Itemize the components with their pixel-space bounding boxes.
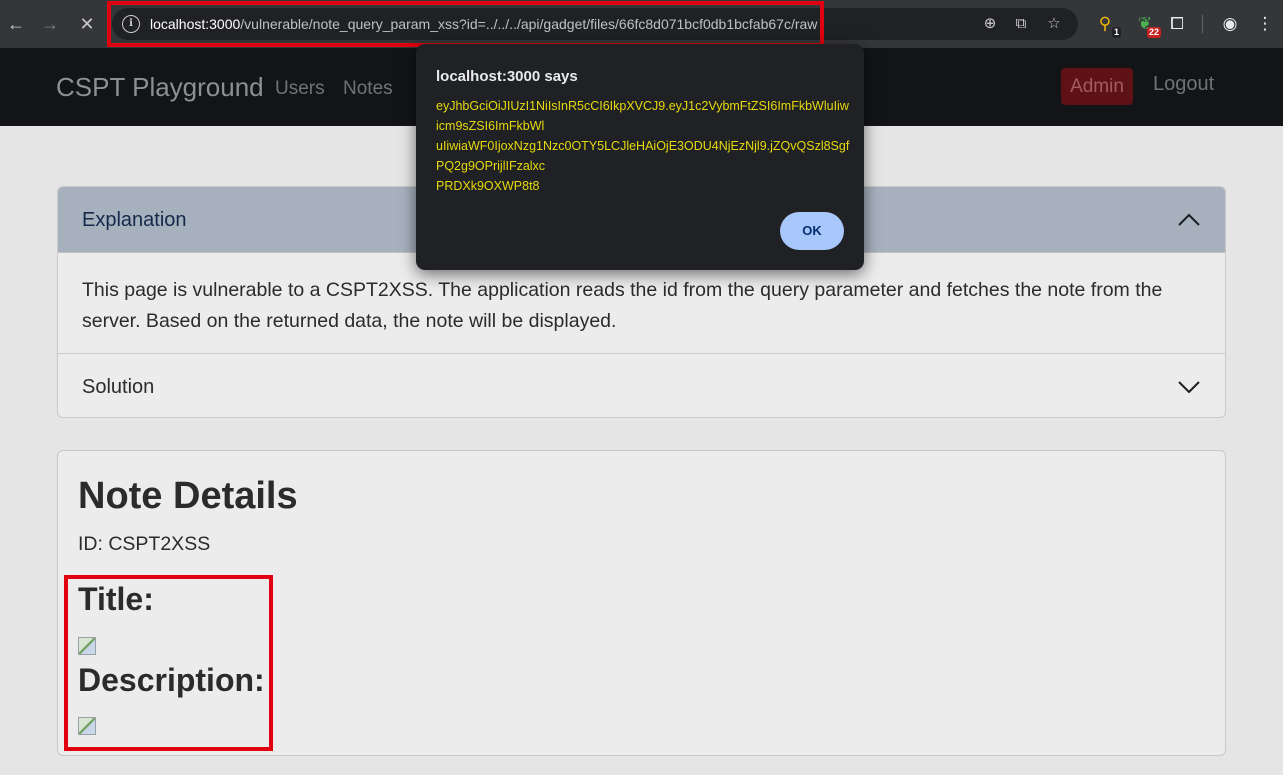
accordion-header-solution[interactable]: Solution (58, 353, 1225, 417)
forward-arrow-icon[interactable]: → (38, 12, 62, 36)
back-arrow-icon[interactable]: ← (4, 12, 28, 36)
kebab-menu-icon[interactable]: ⋮ (1253, 12, 1277, 36)
bookmark-star-icon[interactable]: ☆ (1044, 14, 1064, 34)
toolbar-divider (1202, 15, 1203, 33)
dialog-title: localhost:3000 says (436, 68, 578, 85)
extensions-puzzle-icon[interactable]: ⧠ (1165, 12, 1189, 36)
dialog-message-line: PRDXk9OXWP8t8 (436, 179, 540, 193)
profile-icon[interactable]: ◉ (1218, 12, 1242, 36)
note-heading: Note Details (78, 475, 298, 517)
note-highlight-box (64, 575, 273, 751)
accordion-title: Explanation (82, 209, 187, 231)
extension-tomato-icon[interactable]: ❦ 22 (1133, 12, 1161, 38)
brand-title[interactable]: CSPT Playground (56, 72, 264, 103)
extension-key-icon[interactable]: ⚲ 1 (1093, 12, 1121, 38)
alert-dialog: localhost:3000 says eyJhbGciOiJIUzI1NiIs… (416, 44, 864, 270)
accordion-title: Solution (82, 376, 155, 398)
nav-link-users[interactable]: Users (275, 78, 325, 100)
dialog-message-line: eyJhbGciOiJIUzI1NiIsInR5cCI6IkpXVCJ9.eyJ… (436, 99, 849, 113)
dialog-message: eyJhbGciOiJIUzI1NiIsInR5cCI6IkpXVCJ9.eyJ… (436, 96, 851, 196)
admin-button[interactable]: Admin (1061, 68, 1133, 105)
explanation-text: This page is vulnerable to a CSPT2XSS. T… (82, 279, 1163, 332)
ok-button[interactable]: OK (780, 212, 844, 250)
chevron-down-icon (1178, 381, 1200, 394)
logout-link[interactable]: Logout (1153, 73, 1214, 96)
nav-link-notes[interactable]: Notes (343, 78, 393, 100)
extension-badge: 22 (1146, 27, 1161, 38)
url-highlight-box (107, 1, 824, 47)
zoom-icon[interactable]: ⊕ (980, 14, 1000, 34)
note-id: ID: CSPT2XSS (78, 533, 211, 555)
install-app-icon[interactable]: ⧉ (1011, 14, 1031, 34)
stop-loading-icon[interactable]: ✕ (75, 12, 99, 36)
dialog-message-line: PQ2g9OPrijlIFzalxc (436, 159, 546, 173)
extension-badge: 1 (1111, 27, 1121, 38)
chevron-up-icon (1178, 213, 1200, 226)
dialog-message-line: uIiwiaWF0IjoxNzg1Nzc0OTY5LCJleHAiOjE3ODU… (436, 139, 850, 153)
dialog-message-line: icm9sZSI6ImFkbWl (436, 119, 545, 133)
